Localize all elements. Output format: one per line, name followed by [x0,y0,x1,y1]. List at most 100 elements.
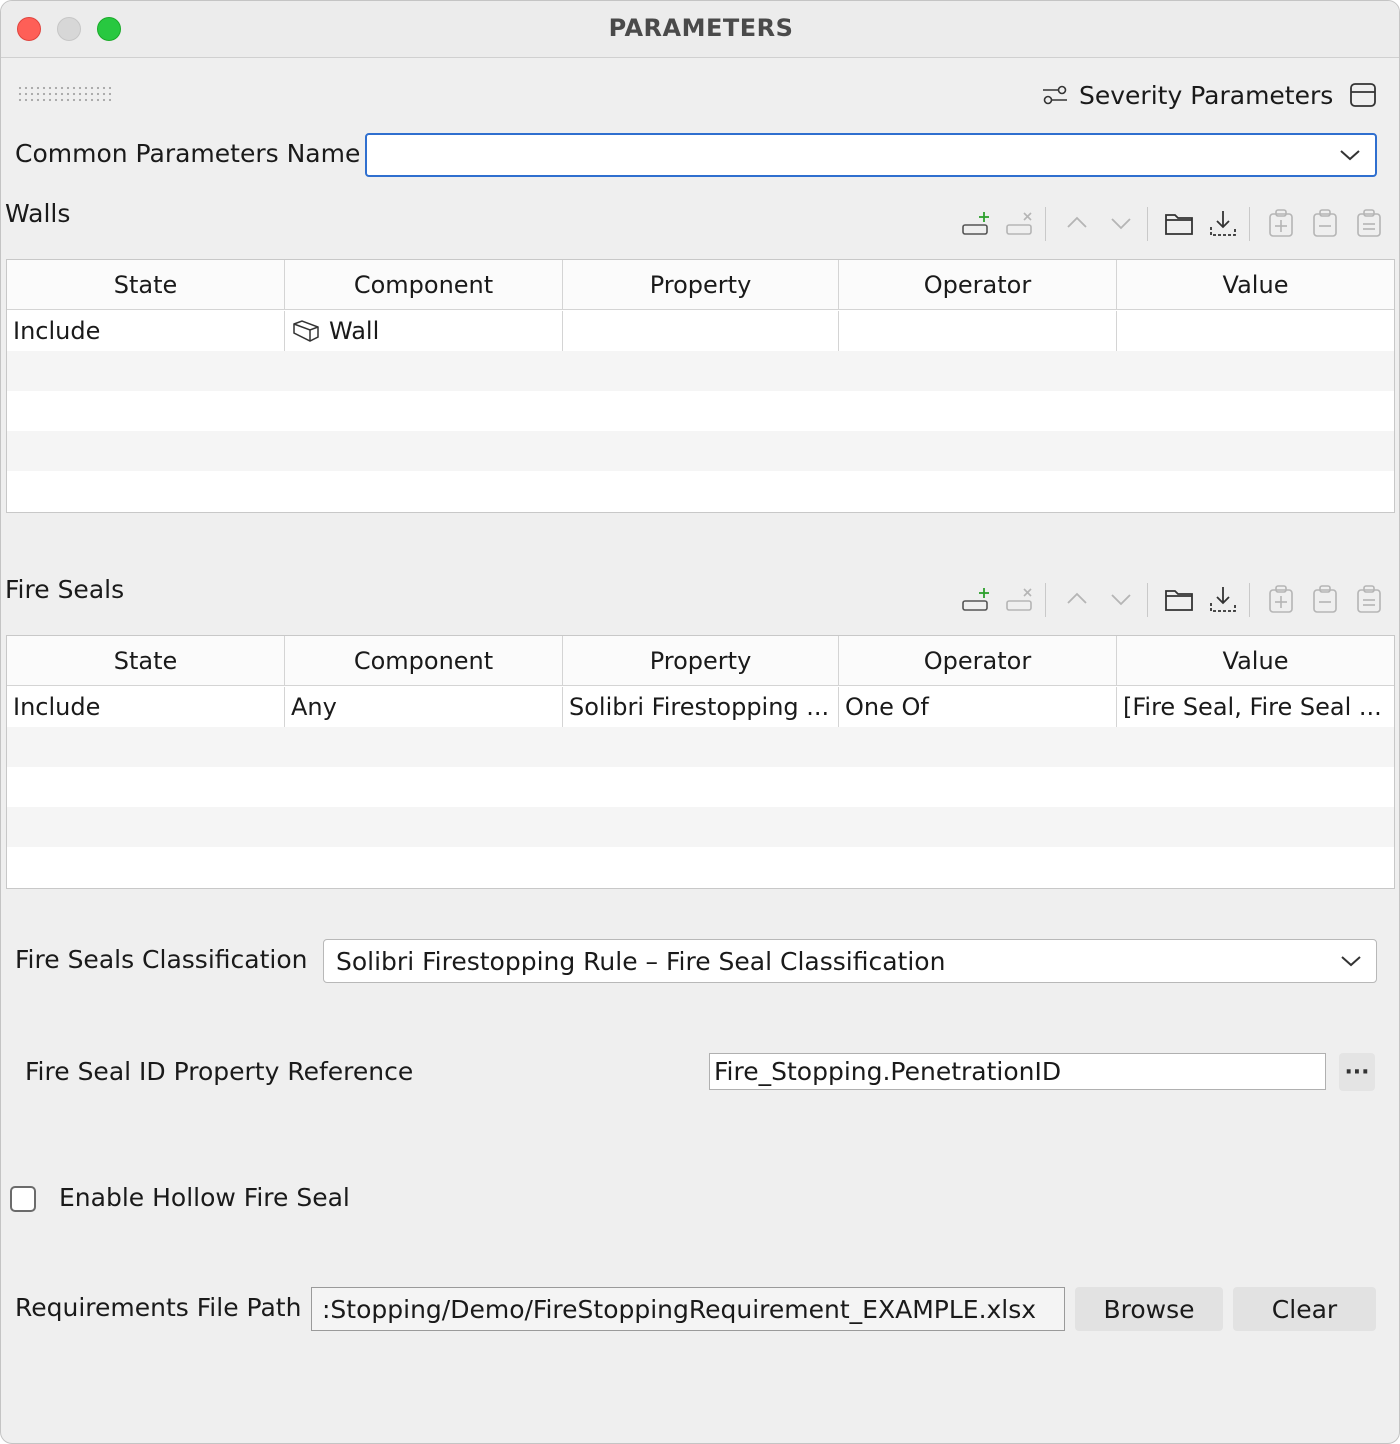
column-header-state[interactable]: State [7,260,285,310]
severity-parameters-label: Severity Parameters [1079,80,1334,110]
property-cell[interactable] [563,311,839,351]
clipboard-button[interactable] [1349,579,1389,619]
column-header-property[interactable]: Property [563,636,839,686]
move-up-button[interactable] [1057,203,1097,243]
fire-seals-classification-value: Solibri Firestopping Rule – Fire Seal Cl… [336,946,946,976]
walls-table: State Component Property Operator Value … [6,259,1395,513]
drag-handle[interactable] [17,85,111,103]
move-down-button[interactable] [1101,579,1141,619]
fire-seals-table-header: State Component Property Operator Value [7,636,1394,686]
fire-seal-id-field[interactable]: Fire_Stopping.PenetrationID [709,1053,1326,1090]
state-cell[interactable]: Include [7,687,285,727]
enable-hollow-fire-seal-label: Enable Hollow Fire Seal [59,1183,350,1212]
empty-row [7,807,1394,847]
new-clipboard-icon [1269,209,1293,237]
toolbar-separator [1249,583,1250,617]
import-button[interactable] [1203,203,1243,243]
common-parameters-name-label: Common Parameters Name [15,139,361,168]
component-cell[interactable]: Any [285,687,563,727]
requirements-file-path-field[interactable]: :Stopping/Demo/FireStoppingRequirement_E… [311,1287,1065,1331]
move-up-icon [1067,216,1087,228]
move-down-icon [1111,218,1131,230]
enable-hollow-fire-seal-checkbox[interactable] [10,1186,36,1212]
open-folder-button[interactable] [1159,579,1199,619]
component-cell[interactable]: Wall [285,311,563,351]
fire-seal-id-label: Fire Seal ID Property Reference [25,1057,414,1086]
remove-row-button[interactable] [999,203,1039,243]
browse-button[interactable]: Browse [1075,1287,1223,1331]
operator-cell[interactable] [839,311,1117,351]
empty-row [7,847,1394,887]
clipboard-icon [1357,585,1381,613]
fire-seal-id-browse-button[interactable]: ··· [1339,1053,1375,1091]
wall-icon [293,320,319,342]
parameters-content: Severity Parameters Common Parameters Na… [1,59,1399,1443]
open-folder-button[interactable] [1159,203,1199,243]
severity-parameters-button[interactable]: Severity Parameters [1041,77,1333,113]
remove-clipboard-button[interactable] [1305,579,1345,619]
empty-row [7,727,1394,767]
value-cell[interactable]: [Fire Seal, Fire Seal ... [1117,687,1394,727]
new-clipboard-button[interactable] [1261,203,1301,243]
empty-row [7,767,1394,807]
toolbar-separator [1045,207,1046,241]
empty-row [7,391,1394,431]
import-button[interactable] [1203,579,1243,619]
clipboard-button[interactable] [1349,203,1389,243]
add-row-icon [962,212,989,235]
column-header-value[interactable]: Value [1117,636,1394,686]
move-up-button[interactable] [1057,579,1097,619]
walls-toolbar [955,203,1395,243]
open-folder-icon [1165,590,1193,611]
fire-seals-classification-combo[interactable]: Solibri Firestopping Rule – Fire Seal Cl… [323,939,1377,983]
parameters-window: PARAMETERS Severity Parameters Common Pa… [0,0,1400,1444]
state-cell[interactable]: Include [7,311,285,351]
title-bar: PARAMETERS [1,1,1399,58]
component-label: Wall [329,317,380,345]
remove-clipboard-icon [1313,585,1337,613]
window-title: PARAMETERS [608,14,794,42]
fire-seals-table: State Component Property Operator Value … [6,635,1395,889]
clear-button[interactable]: Clear [1233,1287,1376,1331]
column-header-operator[interactable]: Operator [839,636,1117,686]
add-row-button[interactable] [955,203,995,243]
move-up-icon [1067,592,1087,604]
column-header-operator[interactable]: Operator [839,260,1117,310]
remove-row-icon [1006,212,1032,235]
remove-row-button[interactable] [999,579,1039,619]
move-down-icon [1111,594,1131,606]
property-cell[interactable]: Solibri Firestopping ... [563,687,839,727]
requirements-file-path-label: Requirements File Path [15,1293,302,1322]
move-down-button[interactable] [1101,203,1141,243]
column-header-component[interactable]: Component [285,260,563,310]
remove-clipboard-icon [1313,209,1337,237]
sliders-icon [1043,85,1067,105]
table-row[interactable]: Include Any Solibri Firestopping ... One… [7,687,1394,727]
import-icon [1210,211,1236,236]
import-icon [1210,587,1236,612]
add-row-button[interactable] [955,579,995,619]
operator-cell[interactable]: One Of [839,687,1117,727]
remove-row-icon [1006,588,1032,611]
column-header-state[interactable]: State [7,636,285,686]
empty-row [7,431,1394,471]
value-cell[interactable] [1117,311,1394,351]
new-clipboard-button[interactable] [1261,579,1301,619]
common-parameters-name-combo[interactable] [365,133,1377,177]
column-header-property[interactable]: Property [563,260,839,310]
table-row[interactable]: Include Wall [7,311,1394,351]
panel-icon[interactable] [1349,81,1377,109]
add-row-icon [962,588,989,611]
toolbar-separator [1147,207,1148,241]
fire-seals-classification-label: Fire Seals Classification [15,945,308,974]
clipboard-icon [1357,209,1381,237]
remove-clipboard-button[interactable] [1305,203,1345,243]
fire-seals-toolbar [955,579,1395,619]
open-folder-icon [1165,214,1193,235]
toolbar-separator [1045,583,1046,617]
chevron-down-icon [1341,956,1361,967]
column-header-value[interactable]: Value [1117,260,1394,310]
toolbar-separator [1147,583,1148,617]
empty-row [7,351,1394,391]
column-header-component[interactable]: Component [285,636,563,686]
